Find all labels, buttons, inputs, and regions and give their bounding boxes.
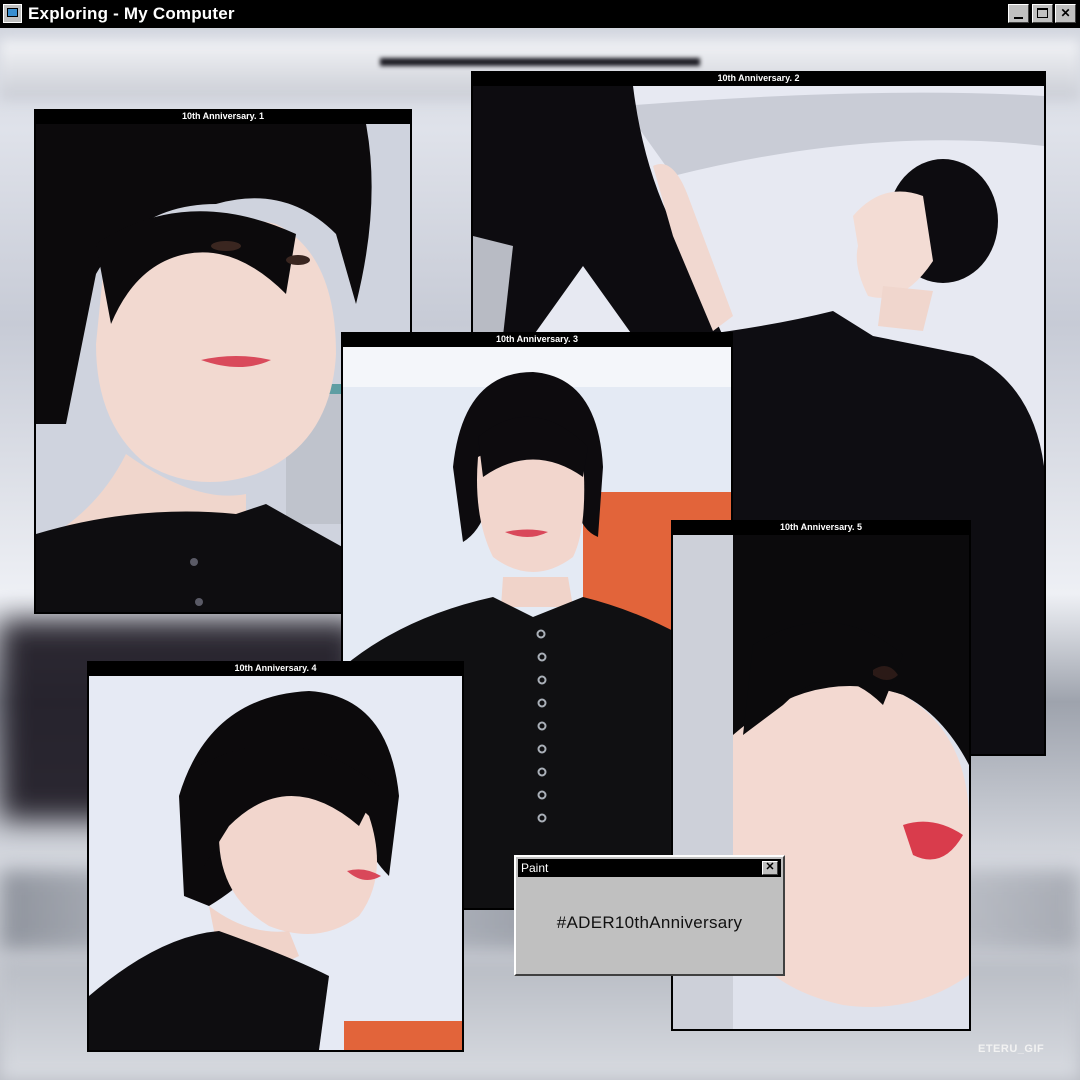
- photo-caption: 10th Anniversary. 5: [779, 522, 863, 532]
- photo-caption: 10th Anniversary. 3: [495, 334, 579, 344]
- minimize-button[interactable]: [1008, 4, 1029, 23]
- photo-window-4[interactable]: 10th Anniversary. 4: [87, 661, 464, 1052]
- paint-title-bar[interactable]: Paint ✕: [518, 859, 781, 877]
- maximize-icon: [1037, 8, 1048, 18]
- minimize-icon: [1014, 17, 1023, 19]
- photo-caption: 10th Anniversary. 2: [717, 73, 800, 83]
- photo-caption: 10th Anniversary. 4: [234, 663, 317, 673]
- main-title-bar[interactable]: Exploring - My Computer ✕: [0, 0, 1080, 28]
- paint-title: Paint: [521, 861, 549, 875]
- paint-dialog[interactable]: Paint ✕ #ADER10thAnniversary: [514, 855, 785, 976]
- photo-caption: 10th Anniversary. 1: [181, 111, 265, 121]
- paint-message: #ADER10thAnniversary: [556, 913, 743, 932]
- window-title: Exploring - My Computer: [28, 4, 235, 23]
- close-button[interactable]: ✕: [1055, 4, 1076, 23]
- photo-image: [89, 676, 462, 1050]
- paint-close-button[interactable]: ✕: [762, 861, 778, 875]
- explorer-icon: [3, 4, 22, 23]
- watermark: ETERU_GIF: [978, 1043, 1045, 1055]
- maximize-button[interactable]: [1032, 4, 1053, 23]
